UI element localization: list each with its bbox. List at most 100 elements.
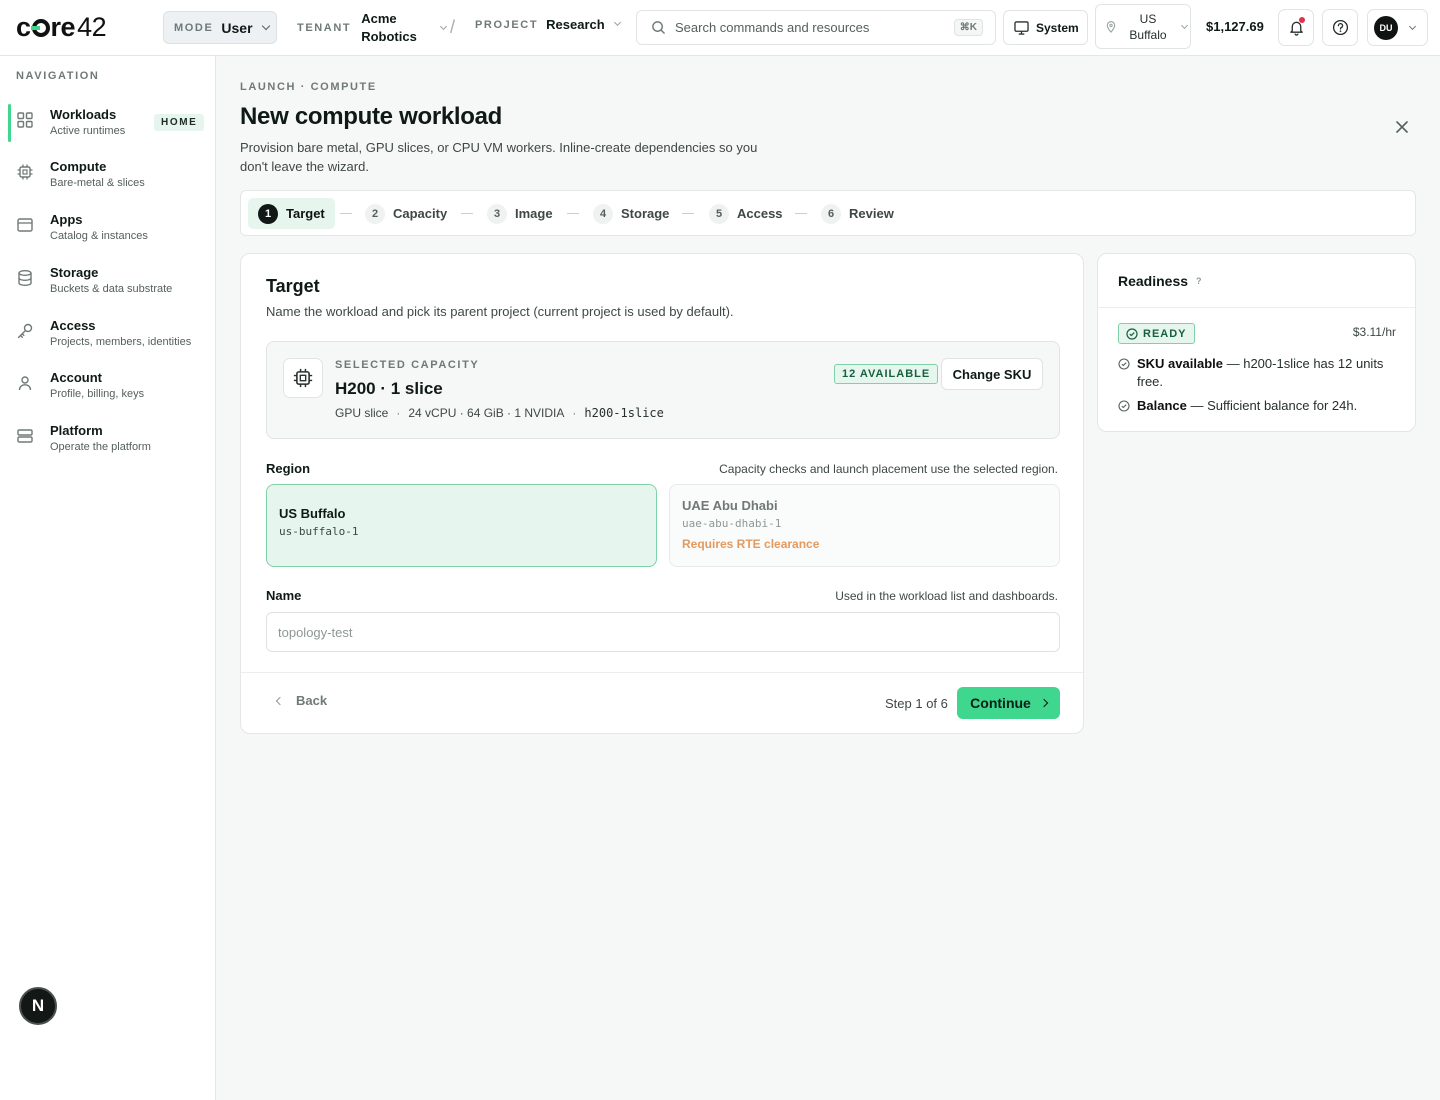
step-review[interactable]: 6 Review (811, 198, 904, 229)
step-number: 3 (487, 203, 507, 224)
chevron-down-icon (1180, 21, 1189, 29)
step-divider (795, 213, 807, 214)
grid-icon (17, 112, 33, 128)
theme-button[interactable]: System (1003, 10, 1088, 45)
sidebar-item-label: Platform (50, 423, 103, 438)
check-circle-icon (1118, 400, 1130, 412)
logo[interactable]: c re 42 (16, 11, 107, 42)
step-access[interactable]: 5 Access (699, 198, 793, 229)
region-option-code: uae-abu-dhabi-1 (682, 517, 782, 530)
home-badge: HOME (154, 114, 205, 131)
chevron-down-icon (440, 22, 448, 30)
capacity-specs: 24 vCPU · 64 GiB · 1 NVIDIA (408, 406, 565, 420)
back-label: Back (296, 693, 328, 708)
step-number: 4 (593, 203, 613, 224)
continue-label: Continue (970, 695, 1031, 711)
search-shortcut: ⌘K (953, 19, 983, 36)
workload-name-input[interactable] (266, 612, 1060, 652)
chevron-down-icon (261, 21, 270, 31)
help-icon[interactable]: ? (1196, 276, 1202, 286)
step-label: Image (515, 206, 553, 221)
avatar: DU (1374, 15, 1398, 40)
readiness-check-balance: Balance — Sufficient balance for 24h. (1118, 397, 1398, 415)
sidebar-item-sublabel: Bare-metal & slices (50, 177, 145, 189)
region-option-name: US Buffalo (279, 506, 346, 521)
sidebar-item-sublabel: Active runtimes (50, 125, 126, 137)
continue-button[interactable]: Continue (957, 687, 1060, 719)
check-label: Balance (1137, 398, 1187, 413)
sidebar-item-storage[interactable]: Storage Buckets & data substrate (8, 260, 208, 306)
help-button[interactable] (1322, 9, 1358, 46)
change-sku-button[interactable]: Change SKU (941, 358, 1043, 390)
capacity-name: H200 · 1 slice (335, 379, 443, 398)
chevron-right-icon (1039, 698, 1049, 708)
back-button[interactable]: Back (275, 693, 328, 708)
readiness-check-sku: SKU available — h200-1slice has 12 units… (1118, 355, 1398, 391)
region-option-code: us-buffalo-1 (279, 525, 359, 538)
sidebar-item-compute[interactable]: Compute Bare-metal & slices (8, 154, 208, 200)
sidebar-item-access[interactable]: Access Projects, members, identities (8, 313, 208, 359)
region-option-name: UAE Abu Dhabi (682, 498, 778, 513)
tenant-select[interactable]: TENANT Acme Robotics (297, 9, 448, 47)
chevron-down-icon (1408, 22, 1417, 30)
help-circle-icon (1332, 19, 1348, 36)
project-value: Research (546, 17, 605, 32)
chip-icon (17, 164, 33, 180)
account-balance[interactable]: $1,127.69 (1206, 19, 1264, 34)
search-bar[interactable]: Search commands and resources ⌘K (636, 10, 996, 45)
check-label: SKU available (1137, 356, 1223, 371)
meta-separator: · (396, 406, 401, 420)
notifications-button[interactable] (1278, 9, 1314, 46)
region-select[interactable]: US Buffalo (1095, 4, 1191, 49)
user-menu[interactable]: DU (1367, 9, 1428, 46)
sidebar-item-apps[interactable]: Apps Catalog & instances (8, 207, 208, 253)
project-select[interactable]: PROJECT Research (475, 17, 621, 32)
readiness-title-row: Readiness ? (1118, 273, 1202, 289)
step-capacity[interactable]: 2 Capacity (355, 198, 457, 229)
step-progress-text: Step 1 of 6 (885, 696, 948, 711)
sidebar-item-label: Apps (50, 212, 83, 227)
step-target[interactable]: 1 Target (248, 198, 335, 229)
name-field-label: Name (266, 588, 302, 603)
sidebar-item-account[interactable]: Account Profile, billing, keys (8, 365, 208, 411)
logo-letter-c: c (16, 11, 31, 42)
dev-tools-button[interactable]: N (19, 987, 57, 1025)
mode-select[interactable]: MODE User (163, 11, 277, 44)
check-detail: — Sufficient balance for 24h. (1186, 398, 1358, 413)
step-number: 5 (709, 203, 729, 224)
map-pin-icon (1106, 20, 1116, 33)
step-number: 2 (365, 203, 385, 224)
step-label: Storage (621, 206, 670, 221)
step-storage[interactable]: 4 Storage (583, 198, 679, 229)
region-label: US Buffalo (1129, 11, 1167, 42)
capacity-icon-box (283, 358, 323, 398)
sidebar-item-workloads[interactable]: Workloads Active runtimes HOME (8, 102, 208, 148)
capacity-label: SELECTED CAPACITY (335, 359, 480, 371)
key-icon (17, 323, 33, 339)
sidebar-item-label: Access (50, 318, 96, 333)
mode-value: User (221, 19, 253, 36)
top-bar: c re 42 MODE User TENANT Acme Robotics / P… (0, 0, 1440, 56)
chip-icon (293, 368, 313, 388)
page-title: New compute workload (240, 103, 503, 130)
step-divider (682, 213, 694, 214)
search-placeholder: Search commands and resources (675, 20, 870, 35)
step-number: 1 (258, 203, 278, 224)
check-circle-icon (1126, 327, 1138, 340)
step-image[interactable]: 3 Image (477, 198, 563, 229)
card-footer-divider (241, 672, 1083, 673)
page-description: Provision bare metal, GPU slices, or CPU… (240, 140, 758, 174)
check-circle-icon (1118, 358, 1130, 370)
sidebar-item-label: Workloads (50, 107, 117, 122)
sidebar-title: NAVIGATION (16, 70, 100, 82)
step-divider (567, 213, 579, 214)
ready-status-text: READY (1143, 327, 1187, 340)
database-icon (18, 270, 32, 287)
sidebar-item-platform[interactable]: Platform Operate the platform (8, 418, 208, 464)
region-option-us-buffalo[interactable]: US Buffalo us-buffalo-1 (266, 484, 657, 567)
notification-dot (1299, 17, 1305, 23)
close-icon[interactable] (1393, 118, 1411, 136)
sidebar-item-sublabel: Buckets & data substrate (50, 283, 173, 295)
app-window-icon (17, 218, 33, 232)
search-icon (652, 21, 665, 34)
